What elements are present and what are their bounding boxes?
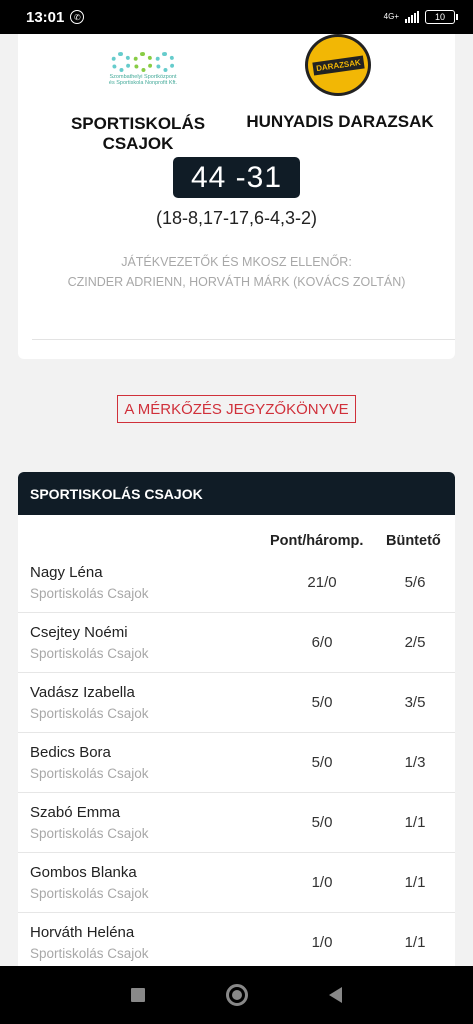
player-free-throws: 1/1 — [404, 814, 426, 831]
player-stats-card: SPORTISKOLÁS CSAJOK Pont/háromp. Büntető… — [18, 472, 455, 972]
stats-column-headers: Pont/háromp. Büntető — [18, 515, 455, 553]
away-logo-text: DARAZSAK — [311, 55, 365, 75]
away-team-name: HUNYADIS DARAZSAK — [246, 112, 434, 131]
status-bar: 13:01 ✆ 4G+ 10 — [0, 0, 473, 34]
away-team-logo: DARAZSAK — [305, 34, 371, 96]
player-team: Sportiskolás Csajok — [30, 766, 149, 781]
player-free-throws: 1/1 — [404, 934, 426, 951]
player-team: Sportiskolás Csajok — [30, 586, 149, 601]
table-row[interactable]: Szabó Emma Sportiskolás Csajok 5/0 1/1 — [18, 793, 455, 853]
final-score: 44 -31 — [173, 157, 300, 198]
table-row[interactable]: Vadász Izabella Sportiskolás Csajok 5/0 … — [18, 673, 455, 733]
match-summary-card: Szombathelyi Sportközpont és Sportiskola… — [18, 34, 455, 359]
player-free-throws: 1/3 — [404, 754, 426, 771]
officials-names: CZINDER ADRIENN, HORVÁTH MÁRK (KOVÁCS ZO… — [67, 275, 406, 289]
square-icon[interactable] — [130, 988, 145, 1002]
column-header-points: Pont/háromp. — [270, 533, 364, 549]
android-nav-bar — [0, 966, 473, 1024]
triangle-back-icon[interactable] — [329, 987, 343, 1003]
player-free-throws: 5/6 — [404, 574, 426, 591]
table-row[interactable]: Nagy Léna Sportiskolás Csajok 21/0 5/6 — [18, 553, 455, 613]
player-points: 5/0 — [311, 814, 333, 831]
match-report-button[interactable]: A MÉRKŐZÉS JEGYZŐKÖNYVE — [117, 395, 356, 423]
player-free-throws: 2/5 — [404, 634, 426, 651]
table-row[interactable]: Horváth Heléna Sportiskolás Csajok 1/0 1… — [18, 913, 455, 972]
player-points: 6/0 — [311, 634, 333, 651]
player-name: Vadász Izabella — [30, 684, 135, 701]
network-type: 4G+ — [383, 12, 399, 21]
player-team: Sportiskolás Csajok — [30, 886, 149, 901]
player-team: Sportiskolás Csajok — [30, 826, 149, 841]
player-name: Bedics Bora — [30, 744, 111, 761]
column-header-free-throws: Büntető — [386, 533, 441, 549]
player-name: Gombos Blanka — [30, 864, 137, 881]
circle-icon[interactable] — [225, 984, 248, 1006]
quarter-scores: (18-8,17-17,6-4,3-2) — [155, 208, 318, 228]
player-team: Sportiskolás Csajok — [30, 946, 149, 961]
player-name: Csejtey Noémi — [30, 624, 128, 641]
home-team-name: SPORTISKOLÁS CSAJOK — [70, 114, 206, 153]
divider — [32, 339, 455, 340]
player-name: Szabó Emma — [30, 804, 121, 821]
player-free-throws: 1/1 — [404, 874, 426, 891]
battery-level: 10 — [434, 12, 445, 22]
player-points: 1/0 — [311, 874, 333, 891]
team-stats-header: SPORTISKOLÁS CSAJOK — [18, 472, 455, 515]
officials-title: JÁTÉKVEZETŐK ÉS MKOSZ ELLENŐR: — [121, 255, 352, 269]
home-team-logo: Szombathelyi Sportközpont és Sportiskola… — [86, 34, 200, 104]
player-points: 21/0 — [307, 574, 337, 591]
status-indicators: 4G+ 10 — [383, 10, 458, 24]
table-row[interactable]: Gombos Blanka Sportiskolás Csajok 1/0 1/… — [18, 853, 455, 913]
table-row[interactable]: Bedics Bora Sportiskolás Csajok 5/0 1/3 — [18, 733, 455, 793]
player-name: Horváth Heléna — [30, 924, 135, 941]
player-team: Sportiskolás Csajok — [30, 706, 149, 721]
player-points: 1/0 — [311, 934, 333, 951]
battery-icon: 10 — [425, 10, 458, 24]
home-logo-text: Szombathelyi Sportközpont és Sportiskola… — [108, 74, 178, 86]
player-name: Nagy Léna — [30, 564, 103, 581]
player-points: 5/0 — [311, 754, 333, 771]
player-free-throws: 3/5 — [404, 694, 426, 711]
home-logo-rings — [111, 52, 175, 72]
phone-call-icon: ✆ — [70, 10, 85, 24]
player-team: Sportiskolás Csajok — [30, 646, 149, 661]
table-row[interactable]: Csejtey Noémi Sportiskolás Csajok 6/0 2/… — [18, 613, 455, 673]
signal-icon — [405, 11, 419, 23]
player-points: 5/0 — [311, 694, 333, 711]
status-time: 13:01 — [26, 8, 65, 26]
